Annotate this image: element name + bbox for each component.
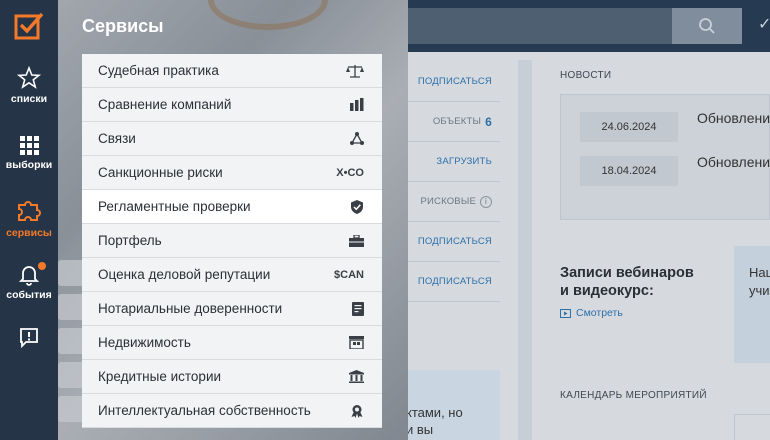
puzzle-icon (18, 201, 41, 221)
menu-item-portfolio[interactable]: Портфель (82, 224, 382, 258)
shield-check-icon (350, 199, 364, 214)
menu-item-sanction-risks[interactable]: Санкционные риски X•CO (82, 156, 382, 190)
rail-item-selections[interactable]: выборки (0, 134, 58, 171)
building-icon (349, 336, 364, 349)
news-item-title[interactable]: Обновлени (697, 110, 770, 126)
document-icon (352, 301, 364, 316)
menu-item-court-practice[interactable]: Судебная практика (82, 54, 382, 88)
services-drawer: Сервисы Судебная практика Сравнение комп… (58, 0, 408, 440)
bank-icon (349, 370, 364, 383)
play-icon (560, 308, 571, 318)
menu-item-intellectual-property[interactable]: Интеллектуальная собственность (82, 394, 382, 428)
upload-link[interactable]: ЗАГРУЗИТЬ (408, 142, 500, 182)
webinars-title: Записи вебинаров и видеокурс: (560, 265, 694, 299)
column-separator (518, 60, 532, 440)
menu-item-reputation[interactable]: Оценка деловой репутации $CAN (82, 258, 382, 292)
search-button[interactable] (672, 8, 742, 44)
search-input[interactable] (408, 8, 672, 44)
objects-count[interactable]: ОБЪЕКТЫ 6 (408, 102, 500, 142)
menu-item-company-comparison[interactable]: Сравнение компаний (82, 88, 382, 122)
search-icon (699, 18, 715, 34)
promo-text: ктами, но и вы (406, 405, 463, 437)
risky-label: РИСКОВЫЕ i (408, 182, 500, 222)
subscribe-link[interactable]: ПОДПИСАТЬСЯ (408, 222, 500, 262)
news-date: 18.04.2024 (580, 156, 678, 186)
subscribe-link[interactable]: ПОДПИСАТЬСЯ (408, 262, 500, 302)
notification-dot (38, 262, 46, 270)
news-date: 24.06.2024 (580, 112, 678, 142)
rail-item-events[interactable]: события (0, 262, 58, 301)
scales-icon (346, 64, 364, 78)
grid-icon (20, 136, 39, 155)
menu-item-real-estate[interactable]: Недвижимость (82, 326, 382, 360)
logo-icon[interactable] (0, 0, 58, 50)
briefcase-icon (349, 234, 364, 247)
rail-item-lists[interactable]: списки (0, 66, 58, 105)
webinar-card-text: Нац учи (749, 265, 770, 298)
menu-item-connections[interactable]: Связи (82, 122, 382, 156)
drawer-title: Сервисы (82, 16, 164, 36)
calendar-title: КАЛЕНДАРЬ МЕРОПРИЯТИЙ (560, 390, 707, 401)
calendar-panel (734, 414, 770, 440)
xco-icon: X•CO (336, 166, 364, 179)
menu-item-credit-history[interactable]: Кредитные истории (82, 360, 382, 394)
menu-item-regulatory-checks[interactable]: Регламентные проверки (82, 190, 382, 224)
subscribe-link[interactable]: ПОДПИСАТЬСЯ (408, 62, 500, 102)
award-icon (350, 404, 364, 418)
rail-item-label: выборки (5, 159, 53, 171)
scan-icon: $CAN (334, 268, 364, 281)
rail-item-label: списки (10, 93, 48, 105)
bar-chart-icon (350, 98, 364, 111)
menu-item-notary[interactable]: Нотариальные доверенности (82, 292, 382, 326)
watch-label: Смотреть (576, 307, 623, 319)
objects-number: 6 (485, 114, 492, 129)
rail-item-feedback[interactable] (0, 326, 58, 351)
services-menu: Судебная практика Сравнение компаний Свя… (82, 54, 382, 428)
rail-item-services[interactable]: сервисы (0, 196, 58, 239)
check-icon[interactable]: ✓ (758, 14, 770, 34)
rail-item-label: сервисы (6, 227, 52, 239)
info-icon[interactable]: i (480, 195, 492, 208)
news-item-title[interactable]: Обновлени (697, 154, 770, 170)
left-rail: списки выборки сервисы события (0, 0, 58, 440)
star-icon (17, 66, 41, 89)
network-icon (350, 132, 364, 145)
watch-link[interactable]: Смотреть (560, 307, 623, 319)
feedback-icon (20, 328, 38, 348)
news-title: НОВОСТИ (560, 70, 612, 81)
rail-item-label: события (6, 289, 52, 301)
